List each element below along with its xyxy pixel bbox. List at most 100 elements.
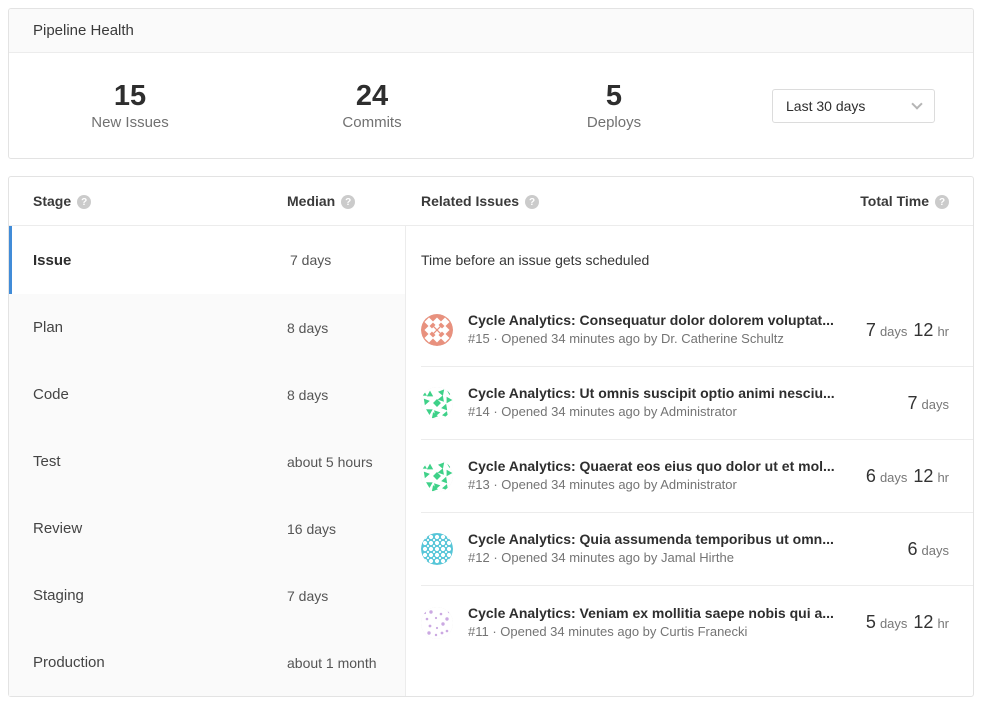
issue-total-time: 5days12hr [866,612,949,633]
stage-row[interactable]: Issue 7 days [9,226,405,294]
column-header-total-time: Total Time? [860,193,973,210]
author-avatar[interactable] [421,533,453,565]
summary-stat: 5 Deploys [493,80,735,131]
page: Pipeline Health 15 New Issues 24 Commits… [0,0,982,705]
date-range-value: Last 30 days [786,98,865,114]
stage-name: Staging [9,587,287,604]
stage-row[interactable]: Plan 8 days [9,294,405,361]
issue-author-link[interactable]: Dr. Catherine Schultz [661,331,784,346]
help-icon[interactable]: ? [77,195,91,209]
stage-name: Review [9,520,287,537]
stage-name: Plan [9,319,287,336]
stat-value: 24 [251,80,493,113]
issue-author-link[interactable]: Administrator [660,404,737,419]
issue-number: #13 [468,477,490,492]
pipeline-health-panel: Pipeline Health 15 New Issues 24 Commits… [8,8,974,159]
author-avatar[interactable] [421,387,453,419]
stage-row[interactable]: Review 16 days [9,495,405,562]
issue-author-link[interactable]: Jamal Hirthe [661,550,734,565]
author-avatar[interactable] [421,314,453,346]
date-range-dropdown[interactable]: Last 30 days [772,89,935,123]
issue-opened-text: · Opened 34 minutes ago by [489,624,660,639]
issue-list: Cycle Analytics: Consequatur dolor dolor… [421,294,973,659]
issue-author-link[interactable]: Administrator [660,477,737,492]
stat-label: Commits [251,114,493,131]
stage-median: 8 days [287,320,405,336]
column-header-median: Median? [287,193,406,210]
stage-row[interactable]: Code 8 days [9,361,405,428]
issue-row: Cycle Analytics: Ut omnis suscipit optio… [421,367,973,440]
stage-median: about 5 hours [287,454,405,470]
column-label: Stage [33,193,71,209]
issue-text: Cycle Analytics: Quaerat eos eius quo do… [468,458,854,494]
stage-row[interactable]: Test about 5 hours [9,428,405,495]
help-icon[interactable]: ? [341,195,355,209]
stage-median: 8 days [287,387,405,403]
author-avatar[interactable] [421,460,453,492]
issue-meta: #12 · Opened 34 minutes ago by Jamal Hir… [468,550,734,565]
issue-text: Cycle Analytics: Veniam ex mollitia saep… [468,605,854,641]
issue-author-link[interactable]: Curtis Franecki [660,624,747,639]
author-avatar[interactable] [421,607,453,639]
stage-row[interactable]: Staging 7 days [9,562,405,629]
stage-name: Code [9,386,287,403]
issue-row: Cycle Analytics: Veniam ex mollitia saep… [421,586,973,659]
stat-value: 15 [9,80,251,113]
issue-row: Cycle Analytics: Quia assumenda temporib… [421,513,973,586]
issue-text: Cycle Analytics: Consequatur dolor dolor… [468,312,854,348]
stage-median: 7 days [290,252,405,268]
issue-total-time: 7days [908,393,949,414]
stage-list: Issue 7 days Plan 8 days Code 8 days Tes… [9,226,406,696]
stage-description: Time before an issue gets scheduled [406,226,973,294]
issue-title-link[interactable]: Cycle Analytics: Quaerat eos eius quo do… [468,458,835,474]
issue-number: #11 [468,624,489,639]
table-body: Issue 7 days Plan 8 days Code 8 days Tes… [9,226,973,696]
stat-label: Deploys [493,114,735,131]
stage-name: Production [9,654,287,671]
related-issues-panel: Time before an issue gets scheduled Cycl… [406,226,973,696]
stage-row[interactable]: Production about 1 month [9,629,405,696]
issue-text: Cycle Analytics: Ut omnis suscipit optio… [468,385,896,421]
column-header-related-issues: Related Issues? [406,193,860,210]
issue-row: Cycle Analytics: Consequatur dolor dolor… [421,294,973,367]
issue-opened-text: · Opened 34 minutes ago by [490,550,661,565]
issue-text: Cycle Analytics: Quia assumenda temporib… [468,531,896,567]
cycle-analytics-panel: Stage? Median? Related Issues? Total Tim… [8,176,974,697]
stage-median: about 1 month [287,655,405,671]
stat-label: New Issues [9,114,251,131]
column-label: Related Issues [421,193,519,209]
summary-stat: 15 New Issues [9,80,251,131]
issue-total-time: 6days12hr [866,466,949,487]
stats-row: 15 New Issues 24 Commits 5 Deploys Last … [9,53,973,158]
issue-title-link[interactable]: Cycle Analytics: Ut omnis suscipit optio… [468,385,835,401]
issue-meta: #14 · Opened 34 minutes ago by Administr… [468,404,737,419]
issue-title-link[interactable]: Cycle Analytics: Quia assumenda temporib… [468,531,834,547]
issue-number: #14 [468,404,490,419]
help-icon[interactable]: ? [935,195,949,209]
help-icon[interactable]: ? [525,195,539,209]
issue-meta: #11 · Opened 34 minutes ago by Curtis Fr… [468,624,747,639]
summary-stat: 24 Commits [251,80,493,131]
issue-total-time: 7days12hr [866,320,949,341]
stats-group: 15 New Issues 24 Commits 5 Deploys [9,80,735,131]
issue-title-link[interactable]: Cycle Analytics: Veniam ex mollitia saep… [468,605,834,621]
stat-value: 5 [493,80,735,113]
column-label: Total Time [860,193,929,209]
issue-opened-text: · Opened 34 minutes ago by [490,404,661,419]
stage-name: Test [9,453,287,470]
issue-meta: #13 · Opened 34 minutes ago by Administr… [468,477,737,492]
issue-meta: #15 · Opened 34 minutes ago by Dr. Cathe… [468,331,784,346]
issue-row: Cycle Analytics: Quaerat eos eius quo do… [421,440,973,513]
issue-opened-text: · Opened 34 minutes ago by [490,331,661,346]
stage-median: 16 days [287,521,405,537]
issue-number: #15 [468,331,490,346]
column-label: Median [287,193,335,209]
column-header-stage: Stage? [9,193,287,210]
panel-title: Pipeline Health [33,22,134,39]
stage-median: 7 days [287,588,405,604]
issue-opened-text: · Opened 34 minutes ago by [490,477,661,492]
issue-title-link[interactable]: Cycle Analytics: Consequatur dolor dolor… [468,312,834,328]
table-header: Stage? Median? Related Issues? Total Tim… [9,177,973,226]
chevron-down-icon [911,98,922,109]
issue-number: #12 [468,550,490,565]
